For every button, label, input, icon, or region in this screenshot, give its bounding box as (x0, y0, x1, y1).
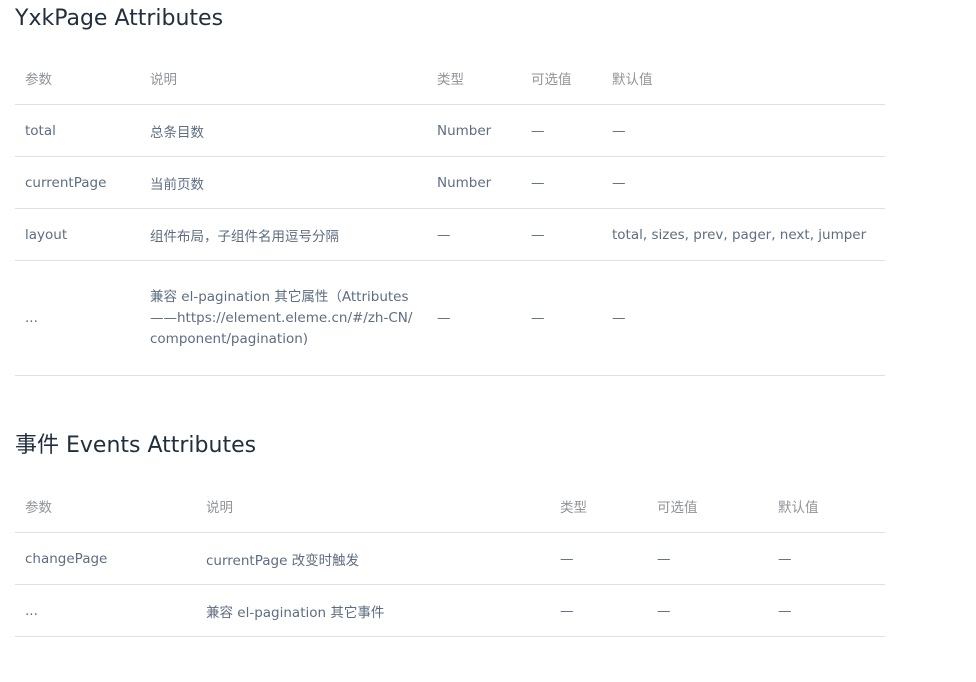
column-header-param: 参数 (15, 480, 196, 533)
cell-description: 当前页数 (140, 156, 427, 209)
column-header-options: 可选值 (521, 52, 602, 105)
cell-param: total (15, 104, 140, 157)
column-header-default: 默认值 (602, 52, 885, 105)
column-header-description: 说明 (196, 480, 550, 533)
section-title-events: 事件 Events Attributes (15, 433, 257, 458)
cell-options: — (521, 260, 602, 376)
attributes-table: 参数 说明 类型 可选值 默认值 total 总条目数 Number — — c… (15, 52, 885, 376)
cell-options: — (647, 532, 768, 585)
cell-default: total, sizes, prev, pager, next, jumper (602, 208, 885, 261)
cell-options: — (521, 104, 602, 157)
cell-default: — (768, 584, 885, 637)
cell-default: — (602, 104, 885, 157)
table-row: currentPage 当前页数 Number — — (15, 156, 885, 209)
cell-param: changePage (15, 532, 196, 585)
cell-description: 兼容 el-pagination 其它属性（Attributes——https:… (140, 260, 427, 376)
cell-type: — (550, 584, 647, 637)
section-title-attributes: YxkPage Attributes (15, 6, 224, 31)
cell-param: layout (15, 208, 140, 261)
column-header-options: 可选值 (647, 480, 768, 533)
cell-description: 兼容 el-pagination 其它事件 (196, 584, 550, 637)
table-header-row: 参数 说明 类型 可选值 默认值 (15, 52, 885, 105)
column-header-type: 类型 (427, 52, 521, 105)
column-header-param: 参数 (15, 52, 140, 105)
table-header-row: 参数 说明 类型 可选值 默认值 (15, 480, 885, 533)
cell-options: — (647, 584, 768, 637)
table-row: changePage currentPage 改变时触发 — — — (15, 532, 885, 585)
column-header-default: 默认值 (768, 480, 885, 533)
cell-default: — (768, 532, 885, 585)
column-header-type: 类型 (550, 480, 647, 533)
cell-type: — (427, 260, 521, 376)
table-row: total 总条目数 Number — — (15, 104, 885, 157)
cell-type: — (550, 532, 647, 585)
cell-default: — (602, 156, 885, 209)
column-header-description: 说明 (140, 52, 427, 105)
cell-param: ... (15, 260, 140, 376)
cell-description: 总条目数 (140, 104, 427, 157)
cell-options: — (521, 156, 602, 209)
table-row: ... 兼容 el-pagination 其它事件 — — — (15, 584, 885, 637)
cell-type: Number (427, 104, 521, 157)
cell-options: — (521, 208, 602, 261)
cell-type: — (427, 208, 521, 261)
cell-param: ... (15, 584, 196, 637)
cell-type: Number (427, 156, 521, 209)
cell-description: currentPage 改变时触发 (196, 532, 550, 585)
cell-default: — (602, 260, 885, 376)
table-row: ... 兼容 el-pagination 其它属性（Attributes——ht… (15, 260, 885, 376)
events-table: 参数 说明 类型 可选值 默认值 changePage currentPage … (15, 480, 885, 637)
cell-param: currentPage (15, 156, 140, 209)
cell-description: 组件布局，子组件名用逗号分隔 (140, 208, 427, 261)
table-row: layout 组件布局，子组件名用逗号分隔 — — total, sizes, … (15, 208, 885, 261)
